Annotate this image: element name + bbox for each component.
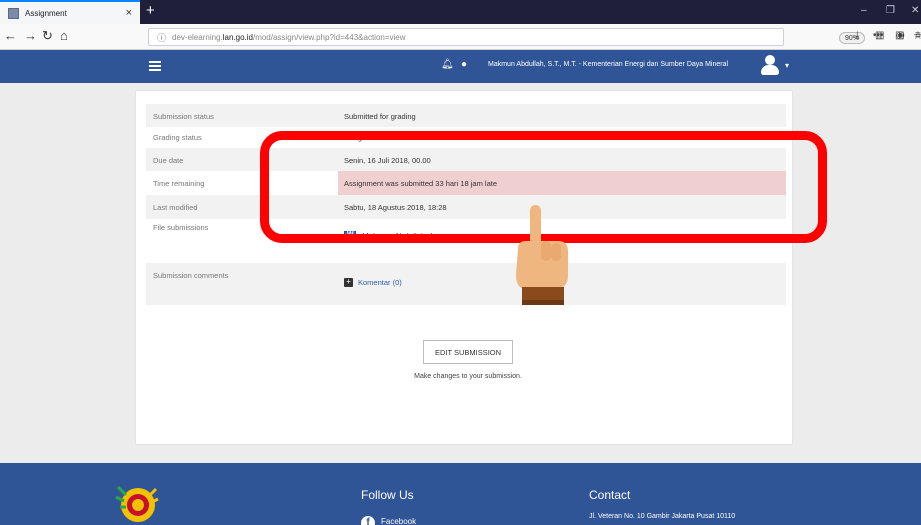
site-header: 🔔︎ ● Makmun Abdullah, S.T., M.T. - Kemen… [0, 50, 921, 83]
row-label: Due date [153, 156, 184, 165]
plus-icon[interactable]: + [344, 278, 353, 287]
download-icon[interactable]: ⤓ [855, 30, 859, 41]
minimize-icon[interactable]: – [861, 5, 867, 16]
row-label: Submission status [153, 112, 214, 121]
tab-close-icon[interactable]: × [126, 7, 132, 19]
comments-toggle[interactable]: + Komentar (0) [344, 278, 402, 287]
follow-us-title: Follow Us [361, 488, 414, 502]
tab-favicon-icon [8, 7, 19, 19]
edit-submission-button[interactable]: EDIT SUBMISSION [423, 340, 513, 364]
row-label: Last modified [153, 203, 198, 212]
browser-tab-strip: Assignment × + – ❐ ✕ [0, 0, 921, 24]
contact-address: Jl. Veteran No. 10 Gambir Jakarta Pusat … [589, 513, 736, 520]
row-label: Time remaining [153, 179, 205, 188]
chevron-down-icon[interactable]: ▾ [785, 61, 789, 70]
menu-icon[interactable]: ≡ [915, 30, 921, 41]
forward-arrow-icon[interactable]: → [24, 28, 37, 43]
hamburger-icon[interactable] [149, 61, 161, 71]
comments-link[interactable]: Komentar (0) [358, 278, 402, 287]
url-domain: lan.go.id [222, 32, 253, 42]
emblem-logo [115, 485, 159, 522]
home-icon[interactable]: ⌂ [60, 28, 68, 43]
avatar-icon[interactable] [759, 55, 781, 77]
url-bar[interactable]: ⓘ dev-elearning. lan.go.id/mod/assign/vie… [148, 28, 921, 46]
library-icon[interactable]: ▥ [875, 30, 884, 41]
back-arrow-icon[interactable]: ← [4, 28, 17, 43]
user-name[interactable]: Makmun Abdullah, S.T., M.T. - Kementeria… [488, 61, 728, 68]
info-icon[interactable]: ⓘ [157, 31, 166, 44]
row-label: Submission comments [153, 271, 229, 280]
url-path: /mod/assign/view.php?id=443&action=view [252, 32, 406, 42]
row-label: Grading status [153, 133, 202, 142]
zoom-indicator[interactable]: 90% [839, 32, 866, 44]
facebook-link[interactable]: Facebook [381, 517, 416, 525]
browser-navbar: ← → ↻ ⌂ ⓘ dev-elearning. lan.go.id/mod/as… [0, 24, 921, 50]
facebook-icon[interactable]: f [361, 516, 375, 525]
url-prefix: dev-elearning. [172, 32, 223, 42]
new-tab-button[interactable]: + [146, 2, 155, 19]
window-close-icon[interactable]: ✕ [911, 5, 919, 16]
edit-hint: Make changes to your submission. [414, 373, 522, 380]
table-row: Submission status Submitted for grading [146, 104, 786, 127]
tab-title: Assignment [25, 8, 67, 18]
table-row: Submission comments + Komentar (0) [146, 263, 786, 305]
sidebar-icon[interactable]: ◫ [895, 30, 904, 41]
row-value: Submitted for grading [344, 112, 416, 121]
maximize-icon[interactable]: ❐ [886, 5, 895, 16]
bell-icon[interactable]: 🔔︎ [441, 59, 454, 70]
reload-icon[interactable]: ↻ [42, 28, 53, 44]
hand-pointer-icon [516, 205, 568, 305]
browser-tab[interactable]: Assignment × [0, 0, 140, 24]
row-label: File submissions [153, 223, 209, 232]
contact-title: Contact [589, 488, 631, 502]
chat-icon[interactable]: ● [461, 59, 467, 70]
